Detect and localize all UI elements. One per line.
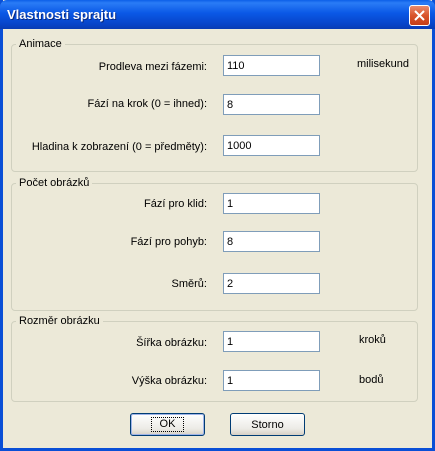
ok-button-label: OK — [150, 417, 185, 432]
group-rozmer-legend: Rozměr obrázku — [19, 315, 100, 327]
pohyb-label: Fází pro pohyb: — [130, 236, 207, 248]
faze-krok-input[interactable] — [223, 94, 320, 115]
ok-button[interactable]: OK — [130, 413, 205, 436]
cancel-button[interactable]: Storno — [230, 413, 305, 436]
hladina-label: Hladina k zobrazení (0 = předměty): — [31, 141, 207, 153]
klid-input[interactable] — [223, 193, 320, 214]
group-pocet: Počet obrázků — [11, 177, 418, 311]
vyska-input[interactable] — [223, 370, 320, 391]
close-icon — [414, 10, 425, 21]
sirka-unit: kroků — [359, 334, 386, 346]
vyska-unit: bodů — [359, 374, 384, 386]
smeru-label: Směrů: — [171, 278, 207, 290]
title-bar[interactable]: Vlastnosti sprajtu — [0, 0, 435, 29]
sirka-label: Šířka obrázku: — [136, 337, 207, 349]
faze-krok-label: Fází na krok (0 = ihned): — [87, 98, 207, 110]
group-pocet-legend: Počet obrázků — [19, 177, 90, 189]
group-animace-legend: Animace — [19, 38, 62, 50]
vyska-label: Výška obrázku: — [131, 375, 207, 387]
window-title: Vlastnosti sprajtu — [7, 7, 117, 22]
prodleva-input[interactable] — [223, 55, 320, 76]
prodleva-unit: milisekund — [357, 58, 409, 70]
group-rozmer: Rozměr obrázku — [11, 315, 418, 402]
prodleva-label: Prodleva mezi fázemi: — [98, 61, 207, 73]
smeru-input[interactable] — [223, 273, 320, 294]
sirka-input[interactable] — [223, 331, 320, 352]
close-button[interactable] — [409, 5, 430, 26]
klid-label: Fází pro klid: — [144, 198, 207, 210]
hladina-input[interactable] — [223, 135, 320, 156]
pohyb-input[interactable] — [223, 231, 320, 252]
